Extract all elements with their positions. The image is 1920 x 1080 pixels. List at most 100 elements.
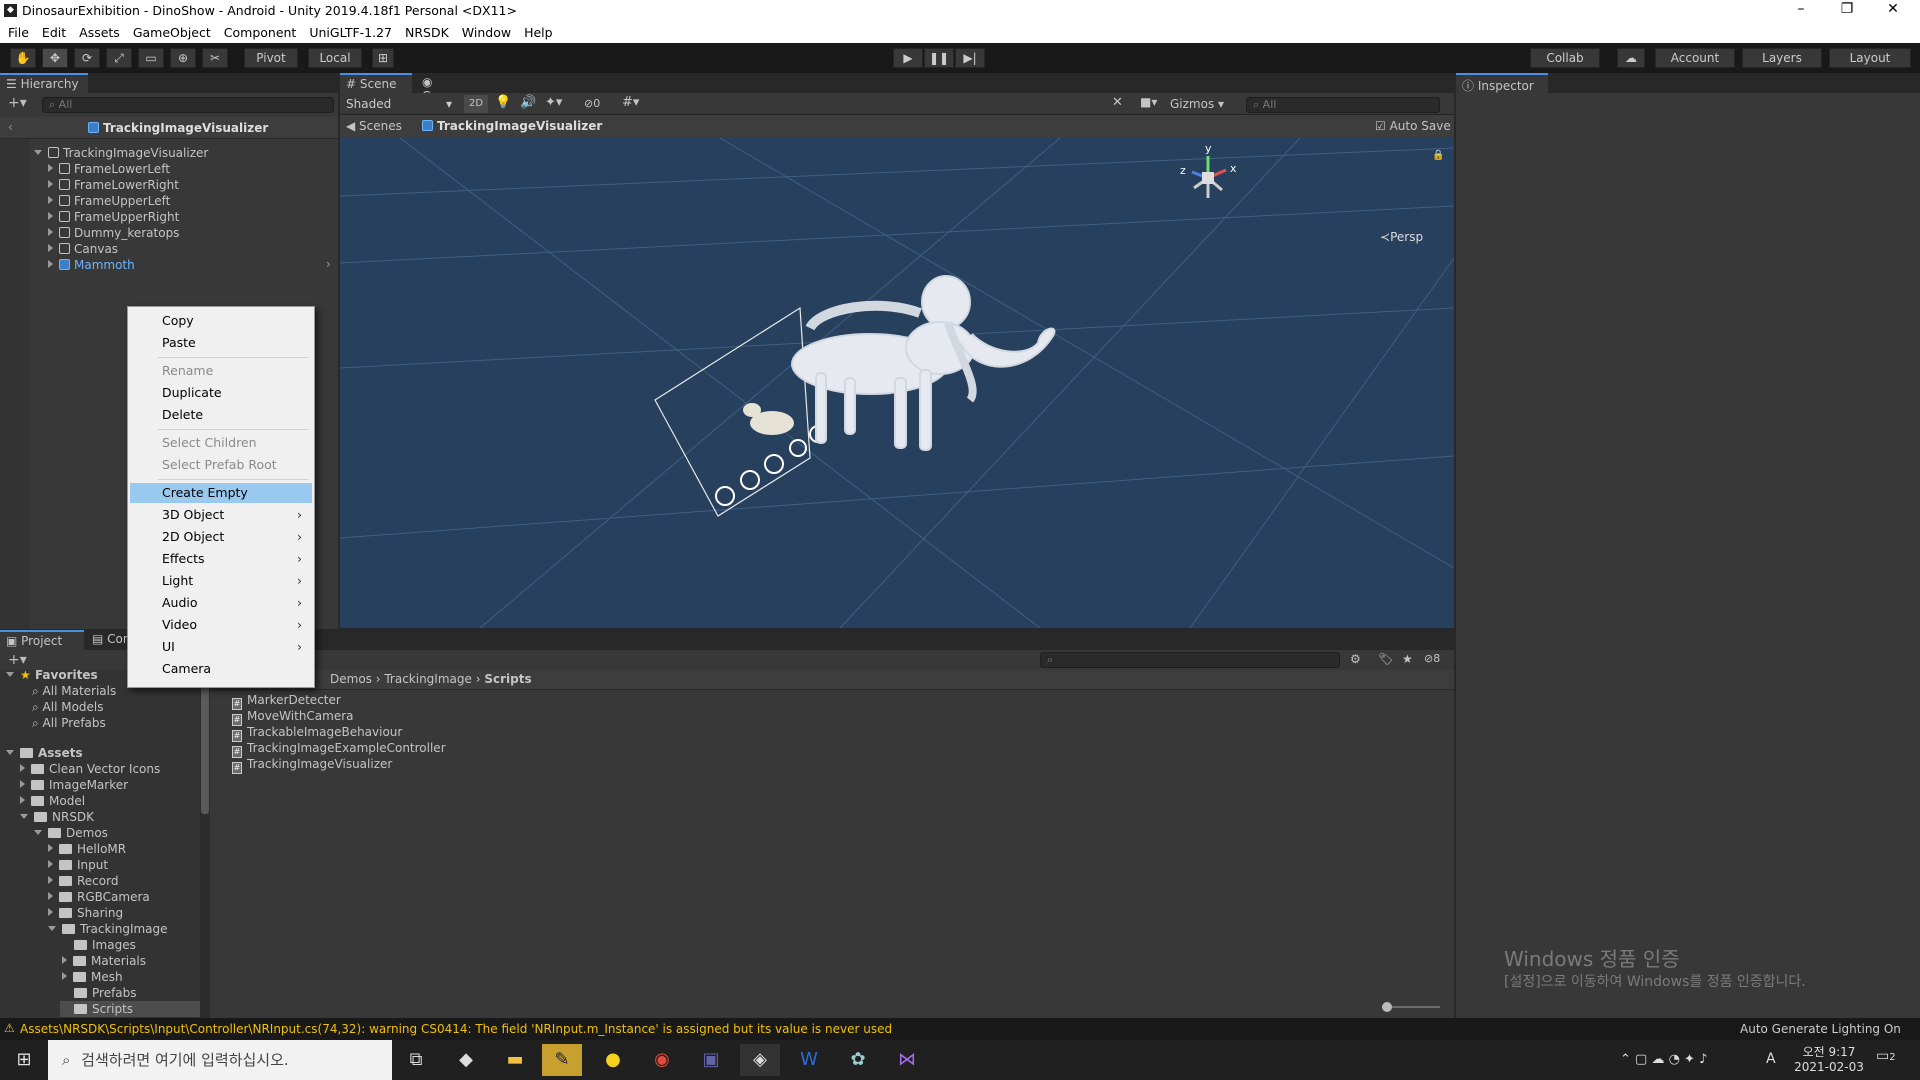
step-button[interactable]: ▶| [955, 48, 985, 68]
chrome-icon[interactable]: ◉ [642, 1044, 682, 1076]
folder-item[interactable]: Clean Vector Icons [20, 761, 160, 777]
favorite-item[interactable]: ⌕ All Models [32, 699, 104, 715]
system-tray-icons[interactable]: ⌃ ▢ ☁ ◔ ✦ ♪ [1620, 1052, 1707, 1067]
layout-dropdown[interactable]: Layout [1829, 48, 1911, 68]
hierarchy-item[interactable]: FrameUpperRight [48, 209, 179, 225]
folder-item[interactable]: Input [48, 857, 108, 873]
hierarchy-item[interactable]: FrameLowerLeft [48, 161, 170, 177]
console-warning-message[interactable]: Assets\NRSDK\Scripts\Input\Controller\NR… [20, 1022, 892, 1036]
hierarchy-item[interactable]: Dummy_keratops [48, 225, 179, 241]
menu-edit[interactable]: Edit [34, 22, 71, 40]
folder-item[interactable]: ImageMarker [20, 777, 128, 793]
breadcrumb-item[interactable]: Demos [330, 672, 372, 686]
folder-item[interactable]: Prefabs [74, 985, 137, 1001]
folder-item[interactable]: Mesh [62, 969, 123, 985]
lighting-status[interactable]: Auto Generate Lighting On [1740, 1022, 1901, 1036]
kakaotalk-icon[interactable]: ● [593, 1044, 633, 1076]
collab-dropdown[interactable]: Collab [1530, 48, 1600, 68]
tools-icon[interactable]: ✕ [1112, 95, 1123, 110]
menu-gameobject[interactable]: GameObject [125, 22, 216, 40]
file-explorer-icon[interactable]: ▬ [495, 1044, 535, 1076]
taskbar-search-input[interactable]: ⌕ 검색하려면 여기에 입력하십시오. [48, 1040, 392, 1080]
clock[interactable]: 오전 9:17 2021-02-03 [1794, 1043, 1864, 1074]
teams-icon[interactable]: ▣ [691, 1044, 731, 1076]
ime-indicator[interactable]: A [1766, 1051, 1776, 1067]
create-button[interactable]: +▾ [8, 95, 27, 111]
tree-scrollbar[interactable] [200, 670, 210, 1018]
menu-item-audio[interactable]: Audio › [130, 593, 312, 613]
lock-icon[interactable]: 🔒 [1432, 150, 1444, 161]
menu-item-create-empty[interactable]: Create Empty [130, 483, 312, 503]
custom-tool-icon[interactable]: ✂ [202, 48, 228, 68]
folder-item[interactable]: TrackingImage [48, 921, 168, 937]
notification-icon[interactable]: ▭2 [1876, 1048, 1896, 1064]
menu-nrsdk[interactable]: NRSDK [397, 22, 454, 40]
project-create-button[interactable]: +▾ [8, 652, 27, 668]
account-dropdown[interactable]: Account [1655, 48, 1735, 68]
tab-game[interactable]: ◉ Game [416, 73, 480, 103]
menu-item-ui[interactable]: UI › [130, 637, 312, 657]
grid-snap-icon[interactable]: ⊞ [372, 48, 394, 68]
filter-label-icon[interactable]: 🏷 [1378, 652, 1393, 666]
menu-item-light[interactable]: Light › [130, 571, 312, 591]
pivot-toggle[interactable]: Pivot [244, 48, 298, 68]
layers-dropdown[interactable]: Layers [1742, 48, 1822, 68]
folder-item-selected[interactable]: Scripts [60, 1001, 200, 1017]
folder-item[interactable]: Record [48, 873, 118, 889]
folder-item[interactable]: Materials [62, 953, 146, 969]
breadcrumb-current[interactable]: TrackingImageVisualizer [422, 119, 602, 133]
maximize-button[interactable]: ❐ [1824, 1, 1870, 17]
rect-tool-icon[interactable]: ▭ [138, 48, 164, 68]
task-view-icon[interactable]: ⧉ [396, 1044, 436, 1076]
script-file[interactable]: # MarkerDetecter [232, 692, 341, 710]
breadcrumb-item[interactable]: Scripts [484, 672, 531, 686]
scene-viewport[interactable]: y x z 🔒 ≺Persp [340, 138, 1454, 628]
script-file[interactable]: # TrackingImageExampleController [232, 740, 446, 758]
hidden-packages-count[interactable]: ⊘8 [1424, 652, 1440, 665]
play-button[interactable]: ▶ [893, 48, 923, 68]
minimize-button[interactable]: – [1778, 1, 1824, 17]
scene-search-input[interactable]: ⌕ All [1246, 97, 1440, 113]
2d-toggle[interactable]: 2D [464, 95, 488, 113]
tab-scene[interactable]: # Scene [340, 73, 412, 93]
shading-mode-dropdown[interactable]: Shaded ▾ [344, 95, 456, 113]
hand-tool-icon[interactable]: ✋ [10, 48, 36, 68]
scale-tool-icon[interactable]: ⤢ [106, 48, 132, 68]
back-arrow-icon[interactable]: ‹ [8, 120, 13, 134]
effects-toggle-icon[interactable]: ✦▾ [545, 95, 562, 110]
transform-tool-icon[interactable]: ⊕ [170, 48, 196, 68]
paint-icon[interactable]: ✿ [838, 1044, 878, 1076]
script-file[interactable]: # TrackingImageVisualizer [232, 756, 392, 774]
sticky-notes-icon[interactable]: ✎ [542, 1044, 582, 1076]
menu-unigltf[interactable]: UniGLTF-1.27 [301, 22, 397, 40]
menu-window[interactable]: Window [454, 22, 516, 40]
mammoth-skeleton-model[interactable] [791, 275, 1056, 451]
menu-item-effects[interactable]: Effects › [130, 549, 312, 569]
local-toggle[interactable]: Local [308, 48, 362, 68]
menu-help[interactable]: Help [516, 22, 558, 40]
hierarchy-item[interactable]: FrameLowerRight [48, 177, 179, 193]
folder-item[interactable]: Images [74, 937, 136, 953]
menu-item-paste[interactable]: Paste [130, 333, 312, 353]
favorite-star-icon[interactable]: ★ [1402, 652, 1413, 666]
menu-item-video[interactable]: Video › [130, 615, 312, 635]
scene-orientation-gizmo[interactable]: y x z [1178, 142, 1248, 214]
tab-inspector[interactable]: ⓘ Inspector [1456, 73, 1548, 93]
folder-item[interactable]: RGBCamera [48, 889, 150, 905]
tab-project[interactable]: ▣ Project [0, 630, 84, 650]
lighting-toggle-icon[interactable]: 💡 [495, 95, 511, 110]
menu-item-2d-object[interactable]: 2D Object › [130, 527, 312, 547]
hierarchy-item[interactable]: FrameUpperLeft [48, 193, 170, 209]
auto-save-checkbox[interactable]: ☑ Auto Save [1375, 119, 1451, 133]
folder-item[interactable]: NRSDK [20, 809, 94, 825]
hierarchy-item[interactable]: TrackingImageVisualizer [34, 145, 208, 161]
folder-item[interactable]: Model [20, 793, 85, 809]
windows-start-icon[interactable]: ⊞ [4, 1044, 44, 1076]
gizmos-dropdown[interactable]: Gizmos ▾ [1170, 95, 1238, 113]
menu-item-camera[interactable]: Camera [130, 659, 312, 679]
favorite-item[interactable]: ⌕ All Prefabs [32, 715, 106, 731]
folder-item[interactable]: Sharing [48, 905, 123, 921]
menu-item-copy[interactable]: Copy [130, 311, 312, 331]
hierarchy-item[interactable]: Canvas [48, 241, 118, 257]
move-tool-icon[interactable]: ✥ [42, 48, 68, 68]
